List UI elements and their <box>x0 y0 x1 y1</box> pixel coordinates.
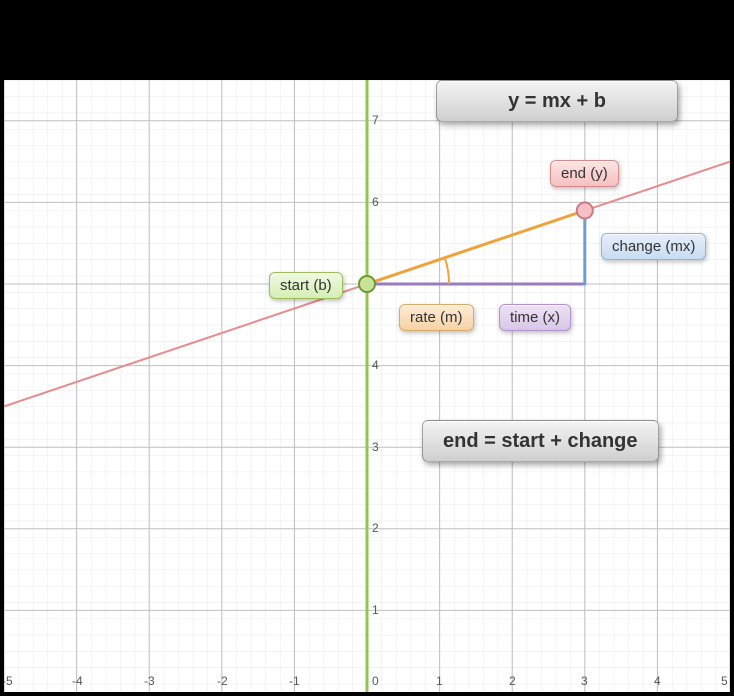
x-tick: -1 <box>289 674 300 688</box>
end-label: end (y) <box>550 160 619 187</box>
start-label: start (b) <box>269 272 343 299</box>
y-tick: 4 <box>372 358 379 372</box>
x-tick: 1 <box>436 674 443 688</box>
x-tick: 0 <box>372 674 379 688</box>
x-tick: 5 <box>721 674 728 688</box>
x-tick: 2 <box>509 674 516 688</box>
start-point <box>359 276 375 292</box>
chart-panel: -5 -4 -3 -2 -1 0 1 2 3 4 5 1 2 3 4 6 7 y… <box>4 80 730 692</box>
y-tick: 3 <box>372 440 379 454</box>
rate-label: rate (m) <box>399 304 474 331</box>
y-tick: 6 <box>372 195 379 209</box>
x-tick: 3 <box>581 674 588 688</box>
y-tick: 1 <box>372 603 379 617</box>
time-label: time (x) <box>499 304 571 331</box>
x-tick: -4 <box>72 674 83 688</box>
x-tick: 4 <box>654 674 661 688</box>
summary-box: end = start + change <box>422 420 659 462</box>
x-tick: -2 <box>217 674 228 688</box>
end-point <box>577 203 593 219</box>
chart-svg <box>4 80 730 692</box>
stage: -5 -4 -3 -2 -1 0 1 2 3 4 5 1 2 3 4 6 7 y… <box>0 0 734 696</box>
change-label: change (mx) <box>601 233 706 260</box>
x-tick: -5 <box>4 674 13 688</box>
y-tick: 2 <box>372 521 379 535</box>
x-tick: -3 <box>144 674 155 688</box>
equation-box: y = mx + b <box>436 80 678 122</box>
y-tick: 7 <box>372 113 379 127</box>
